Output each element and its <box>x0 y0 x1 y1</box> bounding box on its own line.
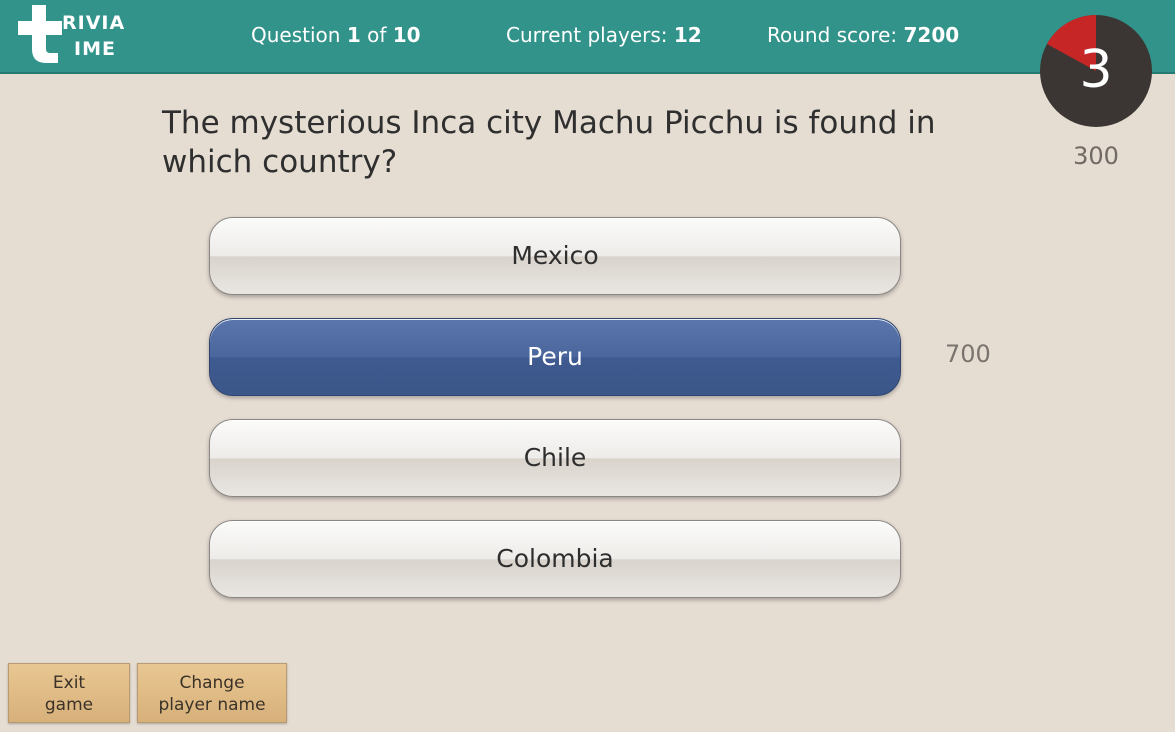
logo-line-2: IME <box>74 38 116 60</box>
change-player-label-1: Change <box>179 673 245 693</box>
top-bar: RIVIA IME Question 1 of 10 Current playe… <box>0 0 1175 74</box>
question-counter: Question 1 of 10 <box>251 23 421 47</box>
question-counter-middle: of <box>360 23 393 47</box>
question-points: 300 <box>1073 142 1119 170</box>
trivia-time-logo: RIVIA IME <box>18 5 133 63</box>
question-current: 1 <box>346 23 361 47</box>
question-text: The mysterious Inca city Machu Picchu is… <box>162 105 936 180</box>
current-players: Current players: 12 <box>506 23 702 47</box>
answer-button-peru[interactable]: Peru <box>209 318 901 396</box>
exit-game-button[interactable]: Exit game <box>8 663 130 723</box>
answer-button-mexico[interactable]: Mexico <box>209 217 901 295</box>
score-label: Round score: <box>767 23 904 47</box>
answer-button-chile[interactable]: Chile <box>209 419 901 497</box>
exit-game-label-1: Exit <box>52 673 86 693</box>
players-value: 12 <box>673 23 702 47</box>
question-counter-prefix: Question <box>251 23 347 47</box>
players-label: Current players: <box>506 23 674 47</box>
exit-game-label-2: game <box>44 695 94 715</box>
round-score: Round score: 7200 <box>767 23 959 47</box>
selected-answer-points: 700 <box>945 340 991 368</box>
timer-seconds: 3 <box>1079 40 1113 100</box>
score-value: 7200 <box>903 23 960 47</box>
change-player-name-button[interactable]: Change player name <box>137 663 287 723</box>
logo-line-1: RIVIA <box>62 12 126 34</box>
question-total: 10 <box>392 23 421 47</box>
answer-button-colombia[interactable]: Colombia <box>209 520 901 598</box>
change-player-label-2: player name <box>158 695 266 715</box>
